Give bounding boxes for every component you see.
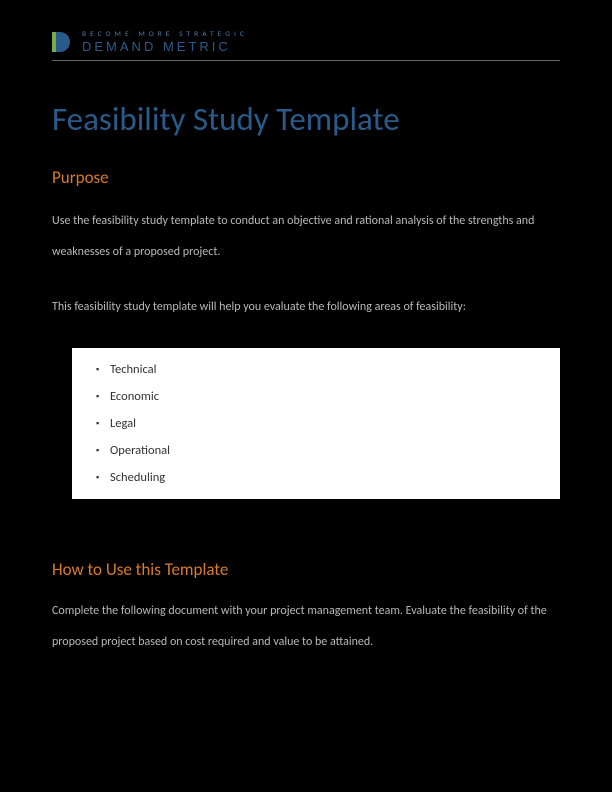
logo-text-block: Become More Strategic Demand Metric — [82, 30, 248, 54]
feasibility-areas-list: Technical Economic Legal Operational Sch… — [72, 348, 560, 499]
list-item: Economic — [96, 383, 536, 410]
purpose-paragraph-1: Use the feasibility study template to co… — [52, 206, 560, 268]
section-heading-purpose: Purpose — [52, 167, 560, 188]
howto-paragraph-1: Complete the following document with you… — [52, 596, 560, 658]
list-item: Legal — [96, 410, 536, 437]
list-item: Operational — [96, 437, 536, 464]
section-heading-howto: How to Use this Template — [52, 559, 560, 580]
document-title: Feasibility Study Template — [52, 99, 560, 139]
section-how-to-use: How to Use this Template Complete the fo… — [52, 559, 560, 658]
brand-tagline: Become More Strategic — [82, 30, 248, 39]
logo-row: Become More Strategic Demand Metric — [52, 30, 560, 54]
brand-name: Demand Metric — [82, 39, 248, 54]
header-divider — [52, 60, 560, 61]
brand-logo-icon — [52, 32, 74, 52]
semicircle-icon — [52, 32, 74, 52]
list-item: Technical — [96, 356, 536, 383]
section-purpose: Purpose Use the feasibility study templa… — [52, 167, 560, 499]
document-header: Become More Strategic Demand Metric — [52, 30, 560, 61]
list-item: Scheduling — [96, 464, 536, 491]
purpose-paragraph-2: This feasibility study template will hel… — [52, 292, 560, 323]
